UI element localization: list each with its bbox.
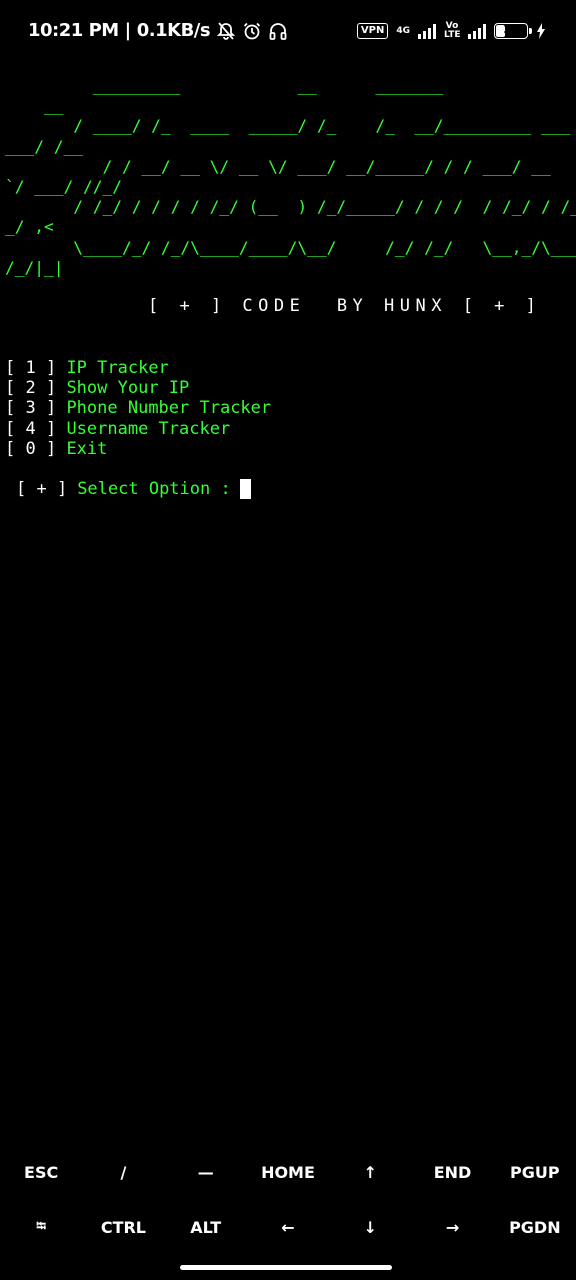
menu-label: IP Tracker — [66, 358, 169, 378]
menu-item: [ 4 ] Username Tracker — [5, 419, 271, 439]
down-arrow-key[interactable]: ↓ — [329, 1218, 411, 1237]
menu-label: Phone Number Tracker — [66, 398, 272, 419]
vpn-badge: VPN — [356, 23, 389, 39]
network-speed: 0.1KB/s — [136, 20, 211, 41]
charging-icon — [537, 23, 545, 39]
battery-percent: 32 — [503, 23, 519, 36]
status-right: VPN 4G Vo LTE 32 — [356, 21, 546, 40]
prompt-mark: [ + ] — [16, 479, 68, 499]
menu-label: Exit — [66, 438, 108, 459]
credit-line: [ + ] CODE BY HUNX [ + ] — [148, 296, 542, 316]
menu-label: Show Your IP — [66, 378, 190, 399]
prompt-label: Select Option : — [77, 479, 231, 499]
home-indicator[interactable] — [180, 1265, 392, 1270]
headphones-icon — [269, 22, 287, 40]
extra-keys-row-1: ESC / — HOME ↑ END PGUP — [0, 1145, 576, 1200]
ctrl-key[interactable]: CTRL — [82, 1218, 164, 1237]
pgdn-key[interactable]: PGDN — [494, 1218, 576, 1237]
signal-icon — [418, 23, 436, 39]
menu-number: [ 1 ] — [5, 358, 57, 378]
signal-icon-2 — [468, 23, 486, 39]
separator: | — [124, 20, 132, 41]
text-cursor[interactable] — [239, 479, 251, 499]
input-prompt[interactable]: [ + ] Select Option : — [16, 479, 251, 499]
up-arrow-key[interactable]: ↑ — [329, 1163, 411, 1182]
right-arrow-key[interactable]: → — [411, 1218, 493, 1237]
terminal-output: _________ __ _______ __ / ____/ /_ ____ … — [5, 76, 576, 278]
home-key[interactable]: HOME — [247, 1163, 329, 1182]
battery-icon: 32 — [494, 23, 532, 39]
end-key[interactable]: END — [411, 1163, 493, 1182]
menu-number: [ 4 ] — [5, 418, 57, 439]
alarm-clock-icon — [243, 22, 261, 39]
menu-number: [ 0 ] — [5, 438, 57, 459]
esc-key[interactable]: ESC — [0, 1163, 82, 1182]
status-left: 10:21 PM | 0.1KB/s — [28, 20, 288, 41]
slash-key[interactable]: / — [82, 1163, 164, 1182]
alt-key[interactable]: ALT — [165, 1218, 247, 1237]
menu-item: [ 2 ] Show Your IP — [5, 378, 271, 398]
clock: 10:21 PM — [28, 20, 119, 41]
network-type: 4G — [396, 25, 410, 36]
ascii-banner: _________ __ _______ __ / ____/ /_ ____ … — [5, 76, 576, 277]
menu-item: [ 3 ] Phone Number Tracker — [5, 398, 271, 418]
option-menu: [ 1 ] IP Tracker [ 2 ] Show Your IP [ 3 … — [5, 358, 271, 459]
status-bar: 10:21 PM | 0.1KB/s VPN 4G Vo LTE 32 — [0, 0, 576, 64]
menu-number: [ 3 ] — [5, 398, 57, 419]
mute-bell-icon — [216, 21, 236, 40]
volte-badge: Vo LTE — [444, 21, 461, 40]
left-arrow-key[interactable]: ← — [247, 1218, 329, 1237]
dash-key[interactable]: — — [165, 1163, 247, 1182]
menu-item: [ 1 ] IP Tracker — [5, 358, 271, 378]
pgup-key[interactable]: PGUP — [494, 1163, 576, 1182]
menu-label: Username Tracker — [66, 418, 231, 439]
tab-key[interactable]: ⭾ — [0, 1217, 82, 1239]
menu-item: [ 0 ] Exit — [5, 439, 271, 459]
extra-keys-row-2: ⭾ CTRL ALT ← ↓ → PGDN — [0, 1200, 576, 1255]
extra-keys-bar: ESC / — HOME ↑ END PGUP ⭾ CTRL ALT ← ↓ →… — [0, 1145, 576, 1255]
menu-number: [ 2 ] — [5, 378, 57, 399]
